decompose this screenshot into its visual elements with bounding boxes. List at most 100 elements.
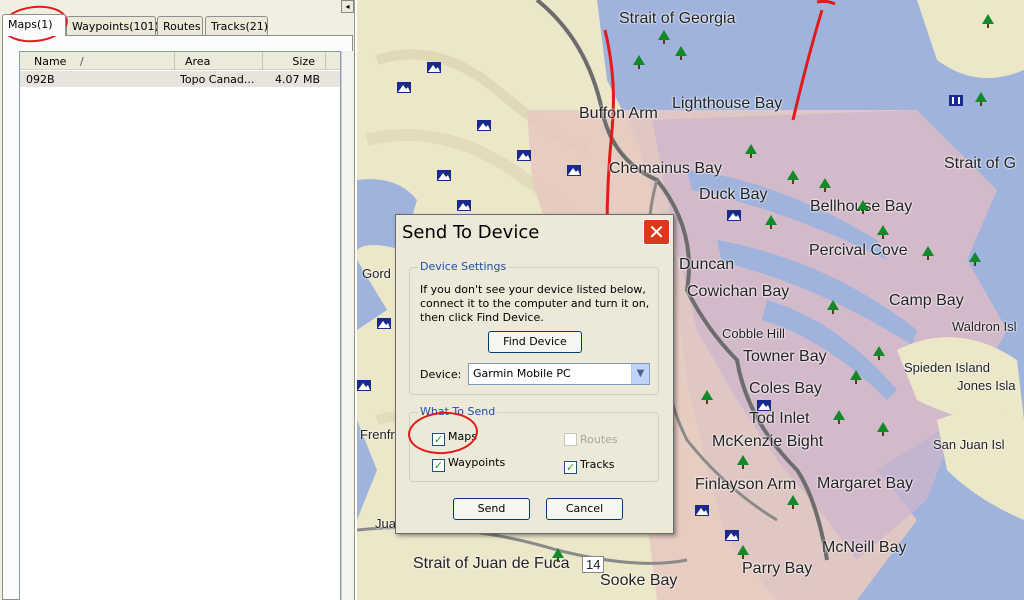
place-label: Cobble Hill — [722, 326, 785, 341]
cell-size: 4.07 MB — [274, 73, 320, 86]
tree-icon — [877, 225, 889, 239]
tracks-checkbox[interactable]: ✓ Tracks — [564, 458, 615, 474]
rest-area-icon — [949, 95, 963, 106]
tree-icon — [833, 410, 845, 424]
tree-icon — [787, 495, 799, 509]
tree-icon — [819, 178, 831, 192]
place-label: Waldron Isl — [952, 319, 1017, 334]
device-settings-group: Device Settings If you don't see your de… — [409, 260, 659, 395]
tree-icon — [765, 215, 777, 229]
mountain-icon — [517, 150, 531, 161]
mountain-icon — [437, 170, 451, 181]
tracks-checkbox-label: Tracks — [580, 458, 615, 471]
tab-content: Name / Area Size 092B Topo Canad... 4.07… — [2, 35, 353, 600]
tree-icon — [857, 200, 869, 214]
place-label: Camp Bay — [889, 292, 964, 309]
maps-panel: Maps(1) Waypoints(101) Routes Tracks(21)… — [0, 0, 355, 600]
mountain-icon — [457, 200, 471, 211]
place-label: Duncan — [679, 256, 735, 273]
place-label: Coles Bay — [749, 380, 822, 397]
sort-indicator-icon: / — [80, 55, 84, 68]
tab-strip: Maps(1) Waypoints(101) Routes Tracks(21) — [2, 14, 352, 36]
place-label: Cowichan Bay — [687, 283, 790, 300]
tab-routes[interactable]: Routes — [157, 16, 203, 36]
column-header-name[interactable]: Name — [20, 52, 175, 70]
collapse-panel-button[interactable]: ◂ — [341, 0, 354, 13]
place-label: Chemainus Bay — [609, 160, 722, 177]
tree-icon — [552, 548, 564, 562]
tab-waypoints[interactable]: Waypoints(101) — [66, 16, 159, 36]
place-label: Strait of Georgia — [619, 10, 736, 27]
cancel-button[interactable]: Cancel — [546, 498, 623, 520]
cell-name: 092B — [26, 73, 55, 86]
place-label: Buffon Arm — [579, 105, 658, 122]
list-row[interactable]: 092B Topo Canad... 4.07 MB — [20, 71, 340, 87]
dialog-title: Send To Device — [402, 222, 540, 243]
mountain-icon — [727, 210, 741, 221]
tree-icon — [658, 30, 670, 44]
column-header-size[interactable]: Size — [263, 52, 326, 70]
device-dropdown[interactable]: Garmin Mobile PC ▼ — [468, 363, 650, 385]
tab-tracks[interactable]: Tracks(21) — [205, 16, 268, 36]
place-label: Jua — [375, 516, 396, 531]
send-button[interactable]: Send — [453, 498, 530, 520]
waypoints-checkbox[interactable]: ✓ Waypoints — [432, 456, 505, 472]
tree-icon — [982, 14, 994, 28]
checkmark-icon[interactable]: ✓ — [564, 461, 577, 474]
mountain-icon — [695, 505, 709, 516]
find-device-button[interactable]: Find Device — [488, 331, 582, 353]
tree-icon — [633, 55, 645, 69]
place-label: San Juan Isl — [933, 437, 1005, 452]
place-label: McKenzie Bight — [712, 433, 824, 450]
tree-icon — [827, 300, 839, 314]
device-help-text: If you don't see your device listed belo… — [420, 283, 650, 324]
device-dropdown-value: Garmin Mobile PC — [473, 367, 571, 380]
tree-icon — [701, 390, 713, 404]
device-settings-legend: Device Settings — [418, 260, 509, 273]
tree-icon — [969, 252, 981, 266]
mountain-icon — [725, 530, 739, 541]
mountain-icon — [357, 380, 371, 391]
place-label: Parry Bay — [742, 560, 813, 577]
tree-icon — [737, 455, 749, 469]
tree-icon — [850, 370, 862, 384]
maps-list[interactable]: Name / Area Size 092B Topo Canad... 4.07… — [19, 51, 341, 600]
place-label: Finlayson Arm — [695, 476, 797, 493]
place-label: Percival Cove — [809, 242, 908, 259]
tree-icon — [675, 46, 687, 60]
routes-checkbox: Routes — [564, 433, 618, 446]
checkmark-icon[interactable]: ✓ — [432, 459, 445, 472]
close-icon[interactable]: ✕ — [643, 219, 670, 245]
place-label: Duck Bay — [699, 186, 768, 203]
place-label: Strait of G — [944, 155, 1017, 172]
mountain-icon — [377, 318, 391, 329]
column-header-area[interactable]: Area — [175, 52, 263, 70]
send-to-device-dialog: Send To Device ✕ Device Settings If you … — [395, 214, 674, 534]
place-label: Lighthouse Bay — [672, 95, 783, 112]
mountain-icon — [477, 120, 491, 131]
place-label: Strait of Juan de Fuca — [413, 555, 570, 572]
mountain-icon — [567, 165, 581, 176]
empty-checkbox-icon — [564, 433, 577, 446]
mountain-icon — [427, 62, 441, 73]
place-label: Margaret Bay — [817, 475, 914, 492]
mountain-icon — [397, 82, 411, 93]
place-label: Sooke Bay — [600, 572, 678, 589]
tree-icon — [922, 246, 934, 260]
place-label: Tod Inlet — [749, 410, 810, 427]
routes-checkbox-label: Routes — [580, 433, 618, 446]
place-label: Spieden Island — [904, 360, 991, 375]
place-label: Towner Bay — [743, 348, 827, 365]
place-label: Gord — [362, 266, 391, 281]
tab-maps[interactable]: Maps(1) — [2, 14, 66, 36]
list-scroll-area[interactable] — [341, 51, 353, 600]
list-header: Name / Area Size — [20, 52, 340, 70]
place-label: Jones Isla — [957, 378, 1016, 393]
cell-area: Topo Canad... — [180, 73, 255, 86]
tree-icon — [737, 545, 749, 559]
tree-icon — [975, 92, 987, 106]
tree-icon — [873, 346, 885, 360]
chevron-down-icon[interactable]: ▼ — [631, 364, 649, 384]
tree-icon — [745, 144, 757, 158]
waypoints-checkbox-label: Waypoints — [448, 456, 506, 469]
